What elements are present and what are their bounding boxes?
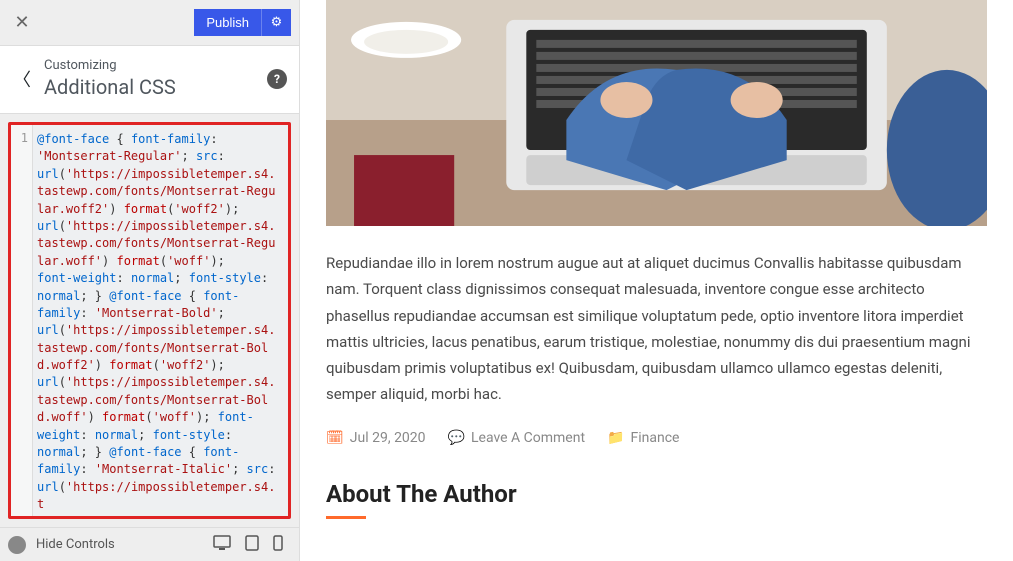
- preview-pane[interactable]: Repudiandae illo in lorem nostrum augue …: [300, 0, 1013, 561]
- post-date: 🗓Jul 29, 2020: [326, 430, 426, 446]
- desktop-preview-icon[interactable]: [213, 535, 231, 555]
- category-link[interactable]: 📁Finance: [607, 430, 679, 446]
- css-editor[interactable]: 1 @font-face { font-family: 'Montserrat-…: [8, 122, 291, 519]
- comment-icon: 💬: [448, 430, 465, 446]
- line-number-gutter: 1: [11, 125, 33, 516]
- gear-icon: ⚙: [271, 15, 283, 30]
- help-icon: ?: [274, 72, 280, 86]
- help-button[interactable]: ?: [267, 69, 287, 89]
- tablet-preview-icon[interactable]: [245, 535, 259, 555]
- folder-icon: 📁: [607, 430, 624, 446]
- panel-title: Additional CSS: [44, 75, 267, 99]
- css-code-area[interactable]: @font-face { font-family: 'Montserrat-Re…: [33, 125, 288, 516]
- heading-accent: [326, 516, 366, 519]
- featured-image: [326, 0, 987, 226]
- publish-button[interactable]: Publish: [194, 9, 261, 36]
- breadcrumb: Customizing: [44, 58, 267, 73]
- calendar-icon: 🗓: [326, 430, 344, 446]
- chevron-left-icon: 〈: [13, 66, 31, 92]
- hide-controls-button[interactable]: Hide Controls: [36, 537, 203, 552]
- publish-settings-button[interactable]: ⚙: [261, 9, 291, 36]
- back-button[interactable]: 〈: [6, 63, 38, 95]
- comments-link[interactable]: 💬Leave A Comment: [448, 430, 586, 446]
- article-body: Repudiandae illo in lorem nostrum augue …: [326, 250, 987, 408]
- close-customizer-button[interactable]: ✕: [8, 9, 36, 37]
- mobile-preview-icon[interactable]: [273, 535, 283, 555]
- author-heading: About The Author: [326, 480, 987, 508]
- collapse-icon[interactable]: [8, 536, 26, 554]
